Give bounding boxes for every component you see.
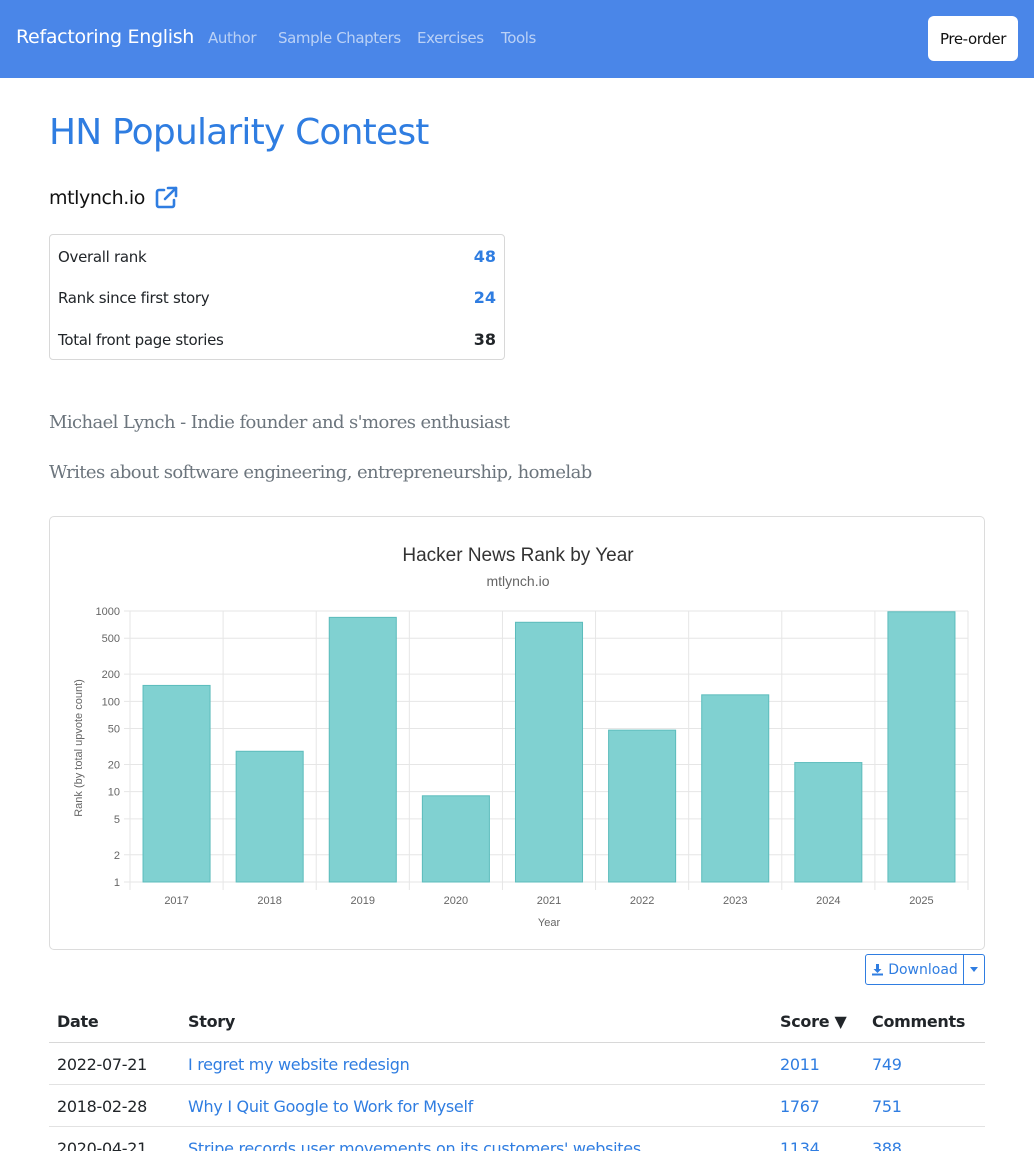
page-title: HN Popularity Contest	[49, 112, 429, 153]
chart-canvas: Hacker News Rank by Year mtlynch.io Rank…	[73, 545, 969, 929]
y-tick-label: 5	[114, 814, 120, 826]
story-title-link[interactable]: I regret my website redesign	[188, 1055, 410, 1074]
story-date: 2020-04-21	[57, 1139, 147, 1151]
x-tick-label: 2020	[444, 895, 468, 907]
column-header-date[interactable]: Date	[57, 1012, 99, 1031]
download-button-group: Download	[865, 954, 985, 985]
table-row: 2022-07-21 I regret my website redesign …	[49, 1043, 985, 1085]
y-tick-label: 1	[114, 877, 120, 889]
preorder-button[interactable]: Pre-order	[928, 16, 1018, 61]
stat-label: Total front page stories	[58, 330, 224, 349]
story-title-link[interactable]: Why I Quit Google to Work for Myself	[188, 1097, 473, 1116]
x-tick-label: 2023	[723, 895, 747, 907]
x-tick-label: 2022	[630, 895, 654, 907]
nav-link-author[interactable]: Author	[208, 29, 257, 47]
table-row: 2018-02-28 Why I Quit Google to Work for…	[49, 1085, 985, 1127]
bar-2019[interactable]	[328, 616, 397, 883]
rank-by-year-chart: Hacker News Rank by Year mtlynch.io Rank…	[49, 516, 985, 950]
author-topics: Writes about software engineering, entre…	[49, 462, 592, 483]
y-tick-label: 2	[114, 850, 120, 862]
y-tick-label: 1000	[96, 606, 120, 618]
bar-2025[interactable]	[887, 611, 956, 883]
story-score-link[interactable]: 1134	[780, 1139, 820, 1151]
y-tick-label: 50	[108, 724, 120, 736]
bar-2020[interactable]	[421, 795, 490, 883]
table-row: 2020-04-21 Stripe records user movements…	[49, 1127, 985, 1151]
download-button[interactable]: Download	[866, 955, 964, 984]
x-tick-label: 2017	[164, 895, 188, 907]
y-tick-label: 500	[102, 633, 120, 645]
table-header-row: Date Story Score ▼ Comments	[49, 1000, 985, 1043]
author-tagline: Michael Lynch - Indie founder and s'more…	[49, 412, 510, 433]
y-tick-label: 200	[102, 669, 120, 681]
x-tick-label: 2021	[537, 895, 561, 907]
overall-rank-link[interactable]: 48	[474, 247, 496, 266]
x-axis-label: Year	[538, 917, 561, 929]
story-comments-link[interactable]: 749	[872, 1055, 902, 1074]
bar-2024[interactable]	[794, 762, 863, 883]
story-date: 2022-07-21	[57, 1055, 147, 1074]
domain-row: mtlynch.io	[49, 183, 179, 213]
download-icon	[872, 964, 884, 976]
x-tick-label: 2019	[351, 895, 375, 907]
column-header-story[interactable]: Story	[188, 1012, 235, 1031]
rank-stats-table: Overall rank 48 Rank since first story 2…	[49, 234, 505, 360]
top-navbar: Refactoring English Author Sample Chapte…	[0, 0, 1034, 78]
chart-subtitle: mtlynch.io	[486, 573, 549, 589]
rank-since-first-story-link[interactable]: 24	[474, 288, 496, 307]
x-tick-label: 2024	[816, 895, 840, 907]
download-dropdown-toggle[interactable]	[964, 955, 984, 984]
bar-2022[interactable]	[608, 729, 677, 883]
column-header-score[interactable]: Score ▼	[780, 1012, 847, 1031]
y-tick-label: 100	[102, 696, 120, 708]
caret-down-icon	[970, 967, 978, 972]
story-score-link[interactable]: 1767	[780, 1097, 820, 1116]
story-date: 2018-02-28	[57, 1097, 147, 1116]
story-score-link[interactable]: 2011	[780, 1055, 820, 1074]
stat-label: Overall rank	[58, 247, 147, 266]
stat-label: Rank since first story	[58, 288, 210, 307]
bar-2017[interactable]	[142, 684, 211, 883]
story-comments-link[interactable]: 751	[872, 1097, 902, 1116]
bar-2018[interactable]	[235, 750, 304, 883]
bar-2021[interactable]	[514, 621, 584, 883]
stat-row-overall-rank: Overall rank 48	[50, 236, 504, 277]
y-tick-label: 10	[108, 787, 120, 799]
x-tick-label: 2025	[909, 895, 933, 907]
download-label: Download	[888, 961, 958, 978]
y-tick-label: 20	[108, 759, 120, 771]
stat-row-total-front-page-stories: Total front page stories 38	[50, 319, 504, 360]
stat-row-rank-since-first-story: Rank since first story 24	[50, 277, 504, 318]
story-title-link[interactable]: Stripe records user movements on its cus…	[188, 1139, 641, 1151]
y-axis-label: Rank (by total upvote count)	[73, 679, 85, 817]
column-header-comments[interactable]: Comments	[872, 1012, 965, 1031]
external-link-icon[interactable]	[153, 185, 179, 211]
story-comments-link[interactable]: 388	[872, 1139, 902, 1151]
nav-link-exercises[interactable]: Exercises	[417, 29, 484, 47]
bar-2023[interactable]	[701, 694, 770, 883]
brand-link[interactable]: Refactoring English	[16, 26, 194, 48]
nav-link-tools[interactable]: Tools	[501, 29, 536, 47]
total-front-page-stories-value: 38	[473, 330, 496, 349]
domain-name: mtlynch.io	[49, 187, 145, 209]
nav-link-sample-chapters[interactable]: Sample Chapters	[278, 29, 401, 47]
chart-title: Hacker News Rank by Year	[402, 545, 634, 566]
x-tick-label: 2018	[257, 895, 281, 907]
